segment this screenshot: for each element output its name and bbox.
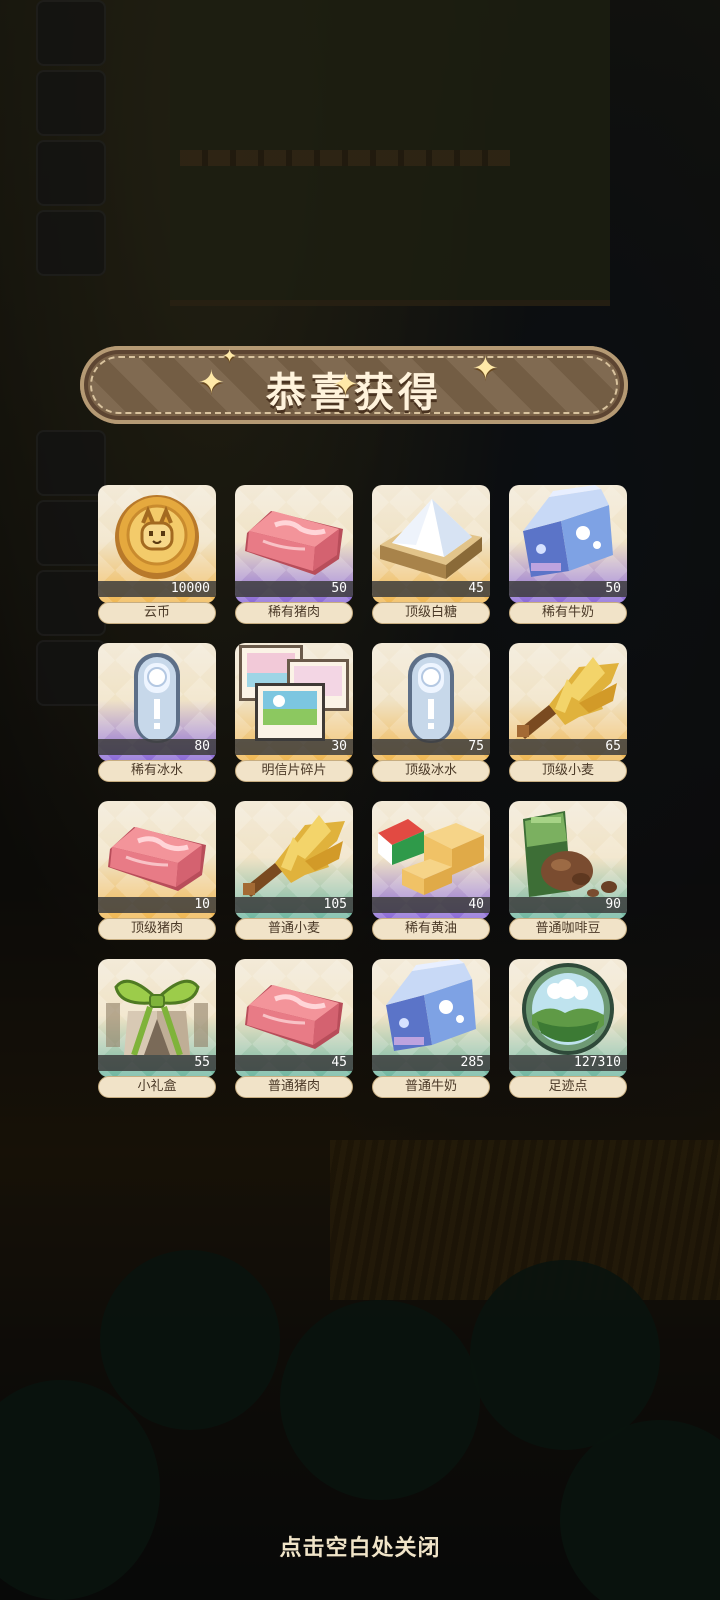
reward-item[interactable]: 45 普通猪肉	[235, 959, 353, 1099]
reward-quantity: 55	[194, 1055, 210, 1070]
reward-card: 30	[235, 643, 353, 761]
sparkle-icon: ✦	[472, 349, 499, 387]
reward-name: 稀有冰水	[98, 760, 216, 782]
reward-quantity: 10000	[170, 581, 210, 596]
reward-name: 稀有猪肉	[235, 602, 353, 624]
reward-card: 55	[98, 959, 216, 1077]
reward-card: 90	[509, 801, 627, 919]
reward-card: 45	[372, 485, 490, 603]
reward-item[interactable]: 285 普通牛奶	[372, 959, 490, 1099]
milk-icon	[509, 485, 627, 585]
milk-icon	[372, 959, 490, 1059]
game-background[interactable]	[0, 0, 720, 1600]
reward-item[interactable]: 30 明信片碎片	[235, 643, 353, 783]
reward-quantity: 45	[331, 1055, 347, 1070]
reward-item[interactable]: 55 小礼盒	[98, 959, 216, 1099]
reward-name: 顶级猪肉	[98, 918, 216, 940]
pork-icon	[235, 959, 353, 1059]
reward-quantity: 75	[468, 739, 484, 754]
gift-box-icon	[98, 959, 216, 1059]
reward-quantity: 10	[194, 897, 210, 912]
reward-card: 40	[372, 801, 490, 919]
reward-name: 顶级白糖	[372, 602, 490, 624]
reward-item[interactable]: 105 普通小麦	[235, 801, 353, 941]
reward-quantity: 45	[468, 581, 484, 596]
wheat-icon	[509, 643, 627, 743]
ice-water-icon	[98, 643, 216, 743]
reward-quantity: 127310	[574, 1055, 621, 1070]
reward-quantity: 40	[468, 897, 484, 912]
reward-name: 普通小麦	[235, 918, 353, 940]
reward-quantity: 80	[194, 739, 210, 754]
reward-quantity: 50	[331, 581, 347, 596]
ice-water-icon	[372, 643, 490, 743]
reward-card: 105	[235, 801, 353, 919]
postcard-icon	[235, 643, 353, 743]
reward-card: 50	[235, 485, 353, 603]
sparkle-icon: ✦	[198, 363, 225, 401]
reward-item[interactable]: 65 顶级小麦	[509, 643, 627, 783]
pork-icon	[235, 485, 353, 585]
reward-name: 稀有牛奶	[509, 602, 627, 624]
coffee-bean-icon	[509, 801, 627, 901]
close-hint[interactable]: 点击空白处关闭	[0, 1530, 720, 1562]
reward-name: 明信片碎片	[235, 760, 353, 782]
reward-item[interactable]: 80 稀有冰水	[98, 643, 216, 783]
reward-name: 顶级冰水	[372, 760, 490, 782]
reward-item[interactable]: 90 普通咖啡豆	[509, 801, 627, 941]
reward-quantity: 285	[460, 1055, 484, 1070]
reward-card: 10	[98, 801, 216, 919]
reward-name: 顶级小麦	[509, 760, 627, 782]
reward-item[interactable]: 50 稀有牛奶	[509, 485, 627, 625]
reward-item[interactable]: 10 顶级猪肉	[98, 801, 216, 941]
reward-quantity: 50	[605, 581, 621, 596]
reward-name: 足迹点	[509, 1076, 627, 1098]
pork-icon	[98, 801, 216, 901]
reward-card: 285	[372, 959, 490, 1077]
reward-name: 稀有黄油	[372, 918, 490, 940]
reward-name: 普通猪肉	[235, 1076, 353, 1098]
reward-item[interactable]: 10000 云币	[98, 485, 216, 625]
sparkle-icon: ✦	[222, 346, 238, 367]
reward-card: 10000	[98, 485, 216, 603]
footprint-globe-icon	[509, 959, 627, 1059]
reward-name: 小礼盒	[98, 1076, 216, 1098]
reward-quantity: 105	[323, 897, 347, 912]
reward-item[interactable]: 40 稀有黄油	[372, 801, 490, 941]
coin-icon	[98, 485, 216, 585]
sparkle-icon: ✦	[332, 365, 359, 403]
reward-banner: 恭喜获得 ✦ ✦ ✦ ✦	[80, 346, 628, 424]
butter-icon	[372, 801, 490, 901]
reward-quantity: 30	[331, 739, 347, 754]
reward-name: 云币	[98, 602, 216, 624]
reward-item[interactable]: 127310 足迹点	[509, 959, 627, 1099]
sugar-icon	[372, 485, 490, 585]
wheat-icon	[235, 801, 353, 901]
reward-card: 127310	[509, 959, 627, 1077]
reward-quantity: 65	[605, 739, 621, 754]
reward-card: 75	[372, 643, 490, 761]
reward-name: 普通咖啡豆	[509, 918, 627, 940]
reward-item[interactable]: 75 顶级冰水	[372, 643, 490, 783]
reward-item[interactable]: 50 稀有猪肉	[235, 485, 353, 625]
reward-quantity: 90	[605, 897, 621, 912]
reward-item[interactable]: 45 顶级白糖	[372, 485, 490, 625]
dim-overlay[interactable]	[0, 0, 720, 1600]
reward-name: 普通牛奶	[372, 1076, 490, 1098]
reward-card: 50	[509, 485, 627, 603]
reward-card: 80	[98, 643, 216, 761]
reward-card: 65	[509, 643, 627, 761]
reward-card: 45	[235, 959, 353, 1077]
